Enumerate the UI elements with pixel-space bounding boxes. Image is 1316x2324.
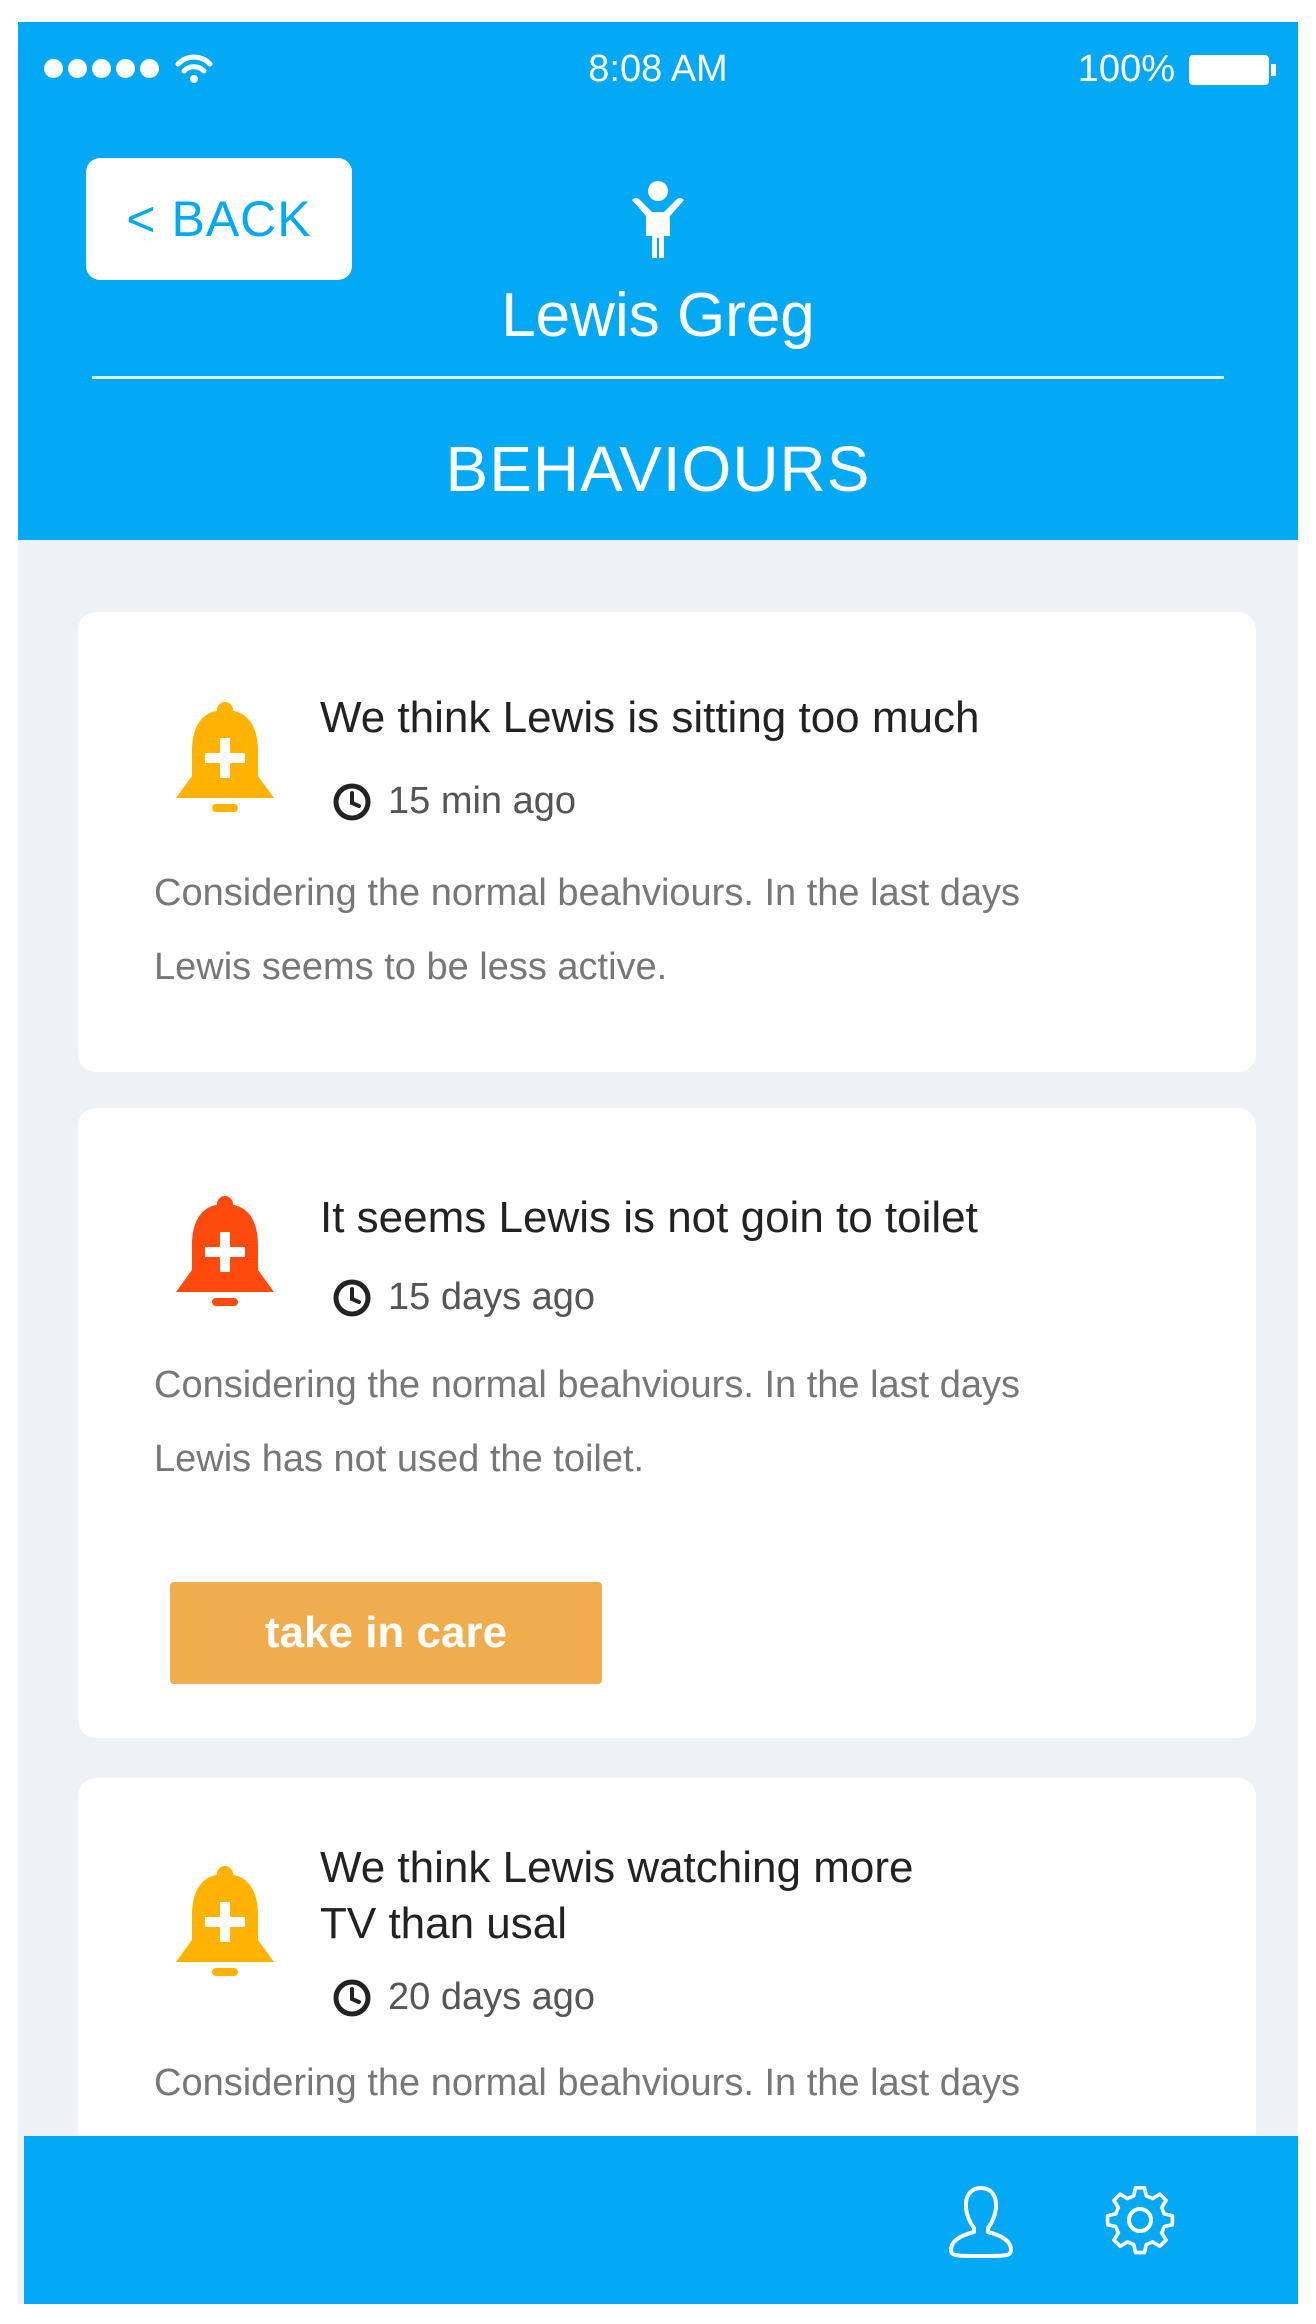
section-title: BEHAVIOURS [445, 433, 871, 505]
alert-card[interactable]: It seems Lewis is not goin to toilet 15 … [78, 1108, 1256, 1738]
take-in-care-button[interactable]: take in care [170, 1582, 602, 1684]
phone-screen: 8:08 AM 100% < BACK Lewis Greg BEHAVIOUR… [18, 22, 1298, 2304]
alert-description: Considering the normal beahviours. In th… [154, 1348, 1194, 1496]
alert-time: 15 min ago [332, 780, 576, 823]
alert-description: Considering the normal beahviours. In th… [154, 856, 1194, 1004]
alert-time-text: 15 days ago [388, 1276, 596, 1318]
alert-title-line: We think Lewis watching more [320, 1843, 914, 1892]
alert-description-line: Considering the normal beahviours. In th… [154, 1364, 1021, 1406]
alert-description-line: Lewis seems to be less active. [154, 946, 668, 988]
alert-time-text: 15 min ago [388, 780, 577, 822]
bell-plus-icon [176, 1866, 274, 1976]
alert-description: Considering the normal beahviours. In th… [154, 2046, 1194, 2120]
settings-icon[interactable] [1104, 2186, 1176, 2258]
bell-plus-icon [176, 702, 274, 812]
clock-icon [333, 1279, 371, 1316]
alert-title: We think Lewis watching more TV than usa… [320, 1840, 1220, 1952]
header-divider [92, 376, 1224, 379]
alert-title-line: TV than usal [320, 1899, 568, 1948]
alert-description-line: Lewis has not used the toilet. [154, 1438, 645, 1480]
back-button[interactable]: < BACK [86, 158, 352, 280]
alert-description-line: Considering the normal beahviours. In th… [154, 2062, 1021, 2104]
alert-title: We think Lewis is sitting too much [320, 693, 980, 742]
bottom-nav-bar [24, 2136, 1298, 2304]
alert-title: It seems Lewis is not goin to toilet [320, 1193, 978, 1242]
battery-icon [1189, 54, 1269, 85]
patient-name: Lewis Greg [501, 281, 815, 350]
alert-time: 20 days ago [332, 1976, 595, 2019]
header: 8:08 AM 100% < BACK Lewis Greg BEHAVIOUR… [18, 22, 1298, 540]
alert-description-line: Considering the normal beahviours. In th… [154, 872, 1021, 914]
clock-icon [333, 783, 371, 820]
alert-time-text: 20 days ago [388, 1976, 596, 2018]
profile-icon[interactable] [946, 2184, 1016, 2260]
battery-percent: 100% [1077, 48, 1175, 90]
person-icon [632, 181, 684, 258]
alert-time: 15 days ago [332, 1276, 595, 1319]
alert-card[interactable]: We think Lewis is sitting too much 15 mi… [78, 612, 1256, 1072]
bell-plus-icon [176, 1196, 274, 1306]
battery-indicator: 100% [1078, 48, 1276, 91]
clock-icon [333, 1979, 371, 2016]
